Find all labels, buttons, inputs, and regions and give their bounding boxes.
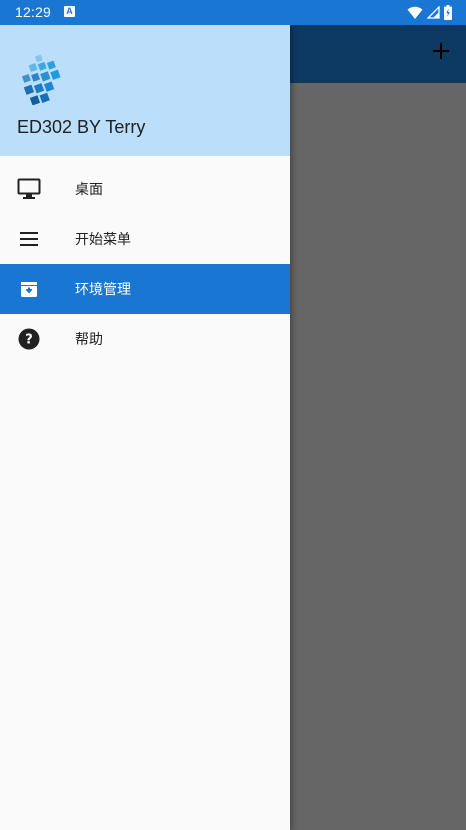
menu-item-label: 帮助 <box>75 332 103 348</box>
notification-icon: A <box>64 6 75 17</box>
drawer-title: ED302 BY Terry <box>17 117 146 137</box>
drawer-menu: 桌面 开始菜单 环境管理 ? 帮助 <box>0 164 290 364</box>
drawer-header: ED302 BY Terry <box>0 25 290 156</box>
svg-text:?: ? <box>25 333 33 348</box>
status-time: 12:29 <box>15 4 52 20</box>
status-bar: 12:29 A <box>0 0 466 25</box>
menu-item-label: 开始菜单 <box>75 232 131 248</box>
menu-item-environment[interactable]: 环境管理 <box>0 264 290 314</box>
blocks-logo-icon <box>21 54 61 105</box>
menu-item-desktop[interactable]: 桌面 <box>0 164 290 214</box>
navigation-drawer: ED302 BY Terry 桌面 开始菜单 环境管理 ? 帮助 <box>0 25 290 830</box>
menu-item-help[interactable]: ? 帮助 <box>0 314 290 364</box>
battery-icon <box>444 5 452 20</box>
help-circle-icon: ? <box>16 326 42 352</box>
status-icons <box>407 4 452 21</box>
menu-icon <box>16 226 42 252</box>
signal-icon <box>427 6 440 19</box>
wifi-icon <box>407 6 423 19</box>
monitor-icon <box>16 176 42 202</box>
menu-item-start-menu[interactable]: 开始菜单 <box>0 214 290 264</box>
menu-item-label: 环境管理 <box>75 282 131 298</box>
menu-item-label: 桌面 <box>75 182 103 198</box>
plus-icon[interactable] <box>432 42 450 60</box>
archive-icon <box>16 276 42 302</box>
